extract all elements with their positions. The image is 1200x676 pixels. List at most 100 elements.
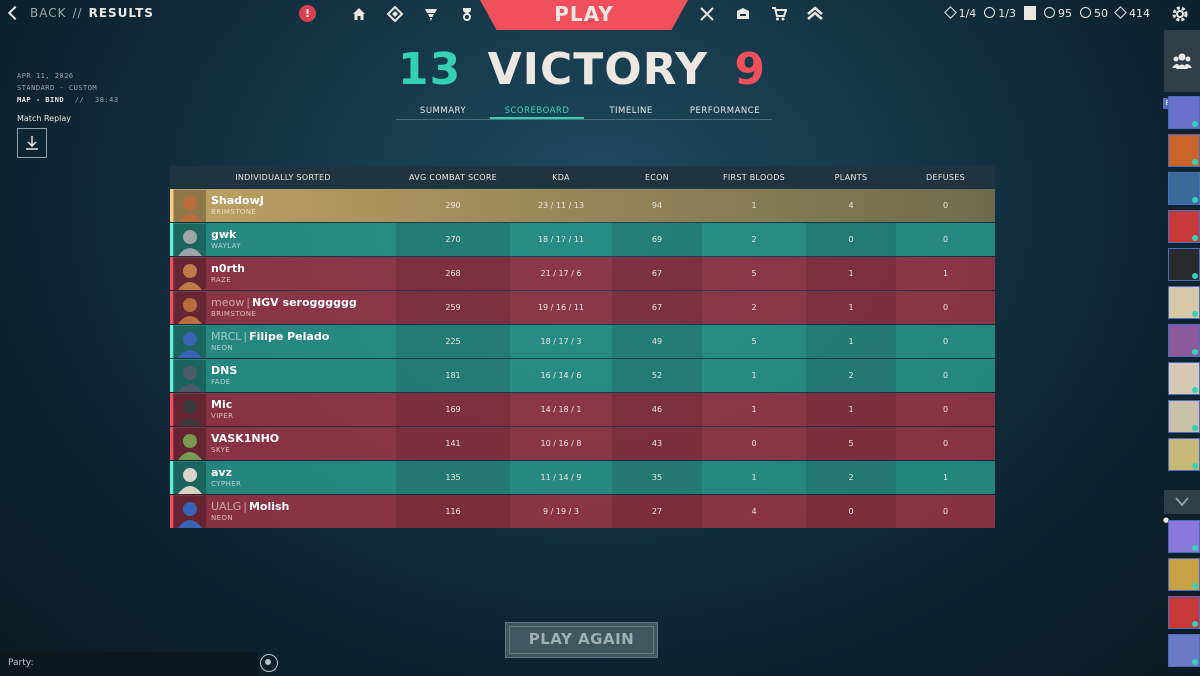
player-cell: ShadowJ BRIMSTONE [170, 189, 396, 222]
alert-icon[interactable]: ! [299, 5, 316, 22]
kda-cell: 19 / 16 / 11 [537, 303, 585, 312]
table-row[interactable]: n0rth RAZE 268 21 / 17 / 6 67 5 1 1 [170, 257, 995, 290]
plants-cell: 2 [806, 461, 896, 494]
nav-left-group [348, 4, 478, 24]
col-header-econ[interactable]: ECON [612, 173, 702, 182]
agent-avatar [174, 427, 206, 460]
download-replay-button[interactable] [17, 128, 47, 158]
econ-cell: 69 [612, 223, 702, 256]
avatar-head [183, 195, 197, 210]
col-header-player[interactable]: INDIVIDUALLY SORTED [170, 173, 396, 182]
friend-avatar[interactable] [1168, 596, 1200, 629]
acs-cell: 270 [396, 223, 510, 256]
player-name[interactable]: ShadowJ [211, 194, 264, 207]
table-row[interactable]: Mic VIPER 169 14 / 18 / 1 46 1 1 0 [170, 393, 995, 426]
col-header-kda[interactable]: KDA [510, 173, 612, 182]
friend-avatar[interactable] [1168, 558, 1200, 591]
match-map: MAP - BIND [17, 96, 65, 104]
agent-name: FADE [211, 378, 231, 386]
collection-icon[interactable] [420, 4, 442, 24]
kingdom-credits: 414 [1114, 5, 1150, 20]
friend-avatar[interactable] [1168, 286, 1200, 319]
table-row[interactable]: DNS FADE 181 16 / 14 / 6 52 1 2 0 [170, 359, 995, 392]
friend-avatar[interactable] [1168, 96, 1200, 129]
col-header-first-bloods[interactable]: FIRST BLOODS [702, 173, 806, 182]
radianite-points: 50 [1080, 6, 1108, 20]
store-box-icon[interactable] [732, 4, 754, 24]
agent-name: NEON [211, 514, 234, 522]
agent-name: BRIMSTONE [211, 208, 257, 216]
kda-cell: 23 / 11 / 13 [537, 201, 585, 210]
friend-avatar[interactable] [1168, 634, 1200, 667]
player-tag: UALG [211, 500, 242, 513]
friend-avatar[interactable] [1168, 172, 1200, 205]
tab-performance[interactable]: PERFORMANCE [678, 104, 772, 119]
col-header-defuses[interactable]: DEFUSES [896, 173, 995, 182]
tab-scoreboard[interactable]: SCOREBOARD [490, 104, 584, 119]
table-row[interactable]: UALG | Molish NEON 116 9 / 19 / 3 27 4 0 0 [170, 495, 995, 528]
tab-summary[interactable]: SUMMARY [396, 104, 490, 119]
back-button[interactable]: BACK // RESULTS [7, 5, 154, 21]
store-card-icon[interactable] [1024, 6, 1036, 20]
battlepass-icon[interactable] [456, 4, 478, 24]
player-name[interactable]: UALG | Molish [211, 500, 289, 513]
player-name[interactable]: VASK1NHO [211, 432, 279, 445]
player-name[interactable]: n0rth [211, 262, 245, 275]
friend-avatar[interactable] [1168, 134, 1200, 167]
kda-cell: 10 / 16 / 8 [540, 439, 582, 448]
tab-timeline[interactable]: TIMELINE [584, 104, 678, 119]
player-name[interactable]: meow | NGV serogggggg [211, 296, 357, 309]
play-tab[interactable]: PLAY [480, 0, 688, 30]
online-status-dot [1192, 425, 1198, 431]
friend-avatar[interactable] [1168, 324, 1200, 357]
agent-avatar [174, 359, 206, 392]
results-tabs: SUMMARY SCOREBOARD TIMELINE PERFORMANCE [396, 104, 772, 120]
rank-icon[interactable] [804, 4, 826, 24]
player-name[interactable]: MRCL | Filipe Pelado [211, 330, 329, 343]
match-date: APR 11, 2026 [17, 72, 74, 80]
friend-avatar[interactable] [1168, 438, 1200, 471]
friend-avatar[interactable] [1168, 400, 1200, 433]
social-sidebar: 8 ● [1163, 30, 1200, 676]
table-row[interactable]: avz CYPHER 135 11 / 14 / 9 35 1 2 1 [170, 461, 995, 494]
agent-avatar [174, 223, 206, 256]
challenges-counter[interactable]: 1/3 [984, 6, 1016, 20]
party-bar[interactable]: Party: [0, 652, 258, 676]
player-name[interactable]: gwk [211, 228, 241, 241]
store-cart-icon[interactable] [768, 4, 790, 24]
match-result: VICTORY [487, 44, 709, 95]
gear-icon[interactable] [1170, 4, 1190, 24]
avatar-head [183, 297, 197, 312]
first-bloods-cell: 5 [751, 269, 757, 278]
player-name[interactable]: avz [211, 466, 241, 479]
player-name[interactable]: Mic [211, 398, 233, 411]
table-row[interactable]: MRCL | Filipe Pelado NEON 225 18 / 17 / 3 49 5 1… [170, 325, 995, 358]
friend-avatar[interactable] [1168, 210, 1200, 243]
first-bloods-cell: 0 [751, 439, 757, 448]
table-row[interactable]: ShadowJ BRIMSTONE 290 23 / 11 / 13 94 1 4 0 [170, 189, 995, 222]
collapse-offline-button[interactable] [1164, 490, 1200, 514]
play-again-button[interactable]: PLAY AGAIN [505, 622, 658, 658]
agents-icon[interactable] [696, 4, 718, 24]
social-panel-button[interactable] [1164, 30, 1200, 92]
career-icon[interactable] [384, 4, 406, 24]
friend-avatar[interactable] [1168, 248, 1200, 281]
player-name-block: avz CYPHER [211, 466, 241, 489]
col-header-plants[interactable]: PLANTS [806, 173, 896, 182]
table-row[interactable]: meow | NGV serogggggg BRIMSTONE 259 19 / 16 /… [170, 291, 995, 324]
team-accent [170, 223, 173, 256]
party-label: Party: [8, 658, 34, 668]
table-row[interactable]: gwk WAYLAY 270 18 / 17 / 11 69 2 0 0 [170, 223, 995, 256]
missions-counter[interactable]: 1/4 [943, 5, 976, 20]
first-bloods-cell: 5 [751, 337, 757, 346]
party-chat-icon[interactable] [260, 654, 278, 672]
home-icon[interactable] [348, 4, 370, 24]
table-row[interactable]: VASK1NHO SKYE 141 10 / 16 / 8 43 0 5 0 [170, 427, 995, 460]
acs-cell: 268 [396, 257, 510, 290]
agent-name: SKYE [211, 446, 231, 454]
player-name[interactable]: DNS [211, 364, 237, 377]
col-header-acs[interactable]: AVG COMBAT SCORE [396, 173, 510, 182]
friend-avatar[interactable] [1168, 362, 1200, 395]
online-status-dot [1192, 659, 1198, 665]
friend-avatar[interactable] [1168, 520, 1200, 553]
